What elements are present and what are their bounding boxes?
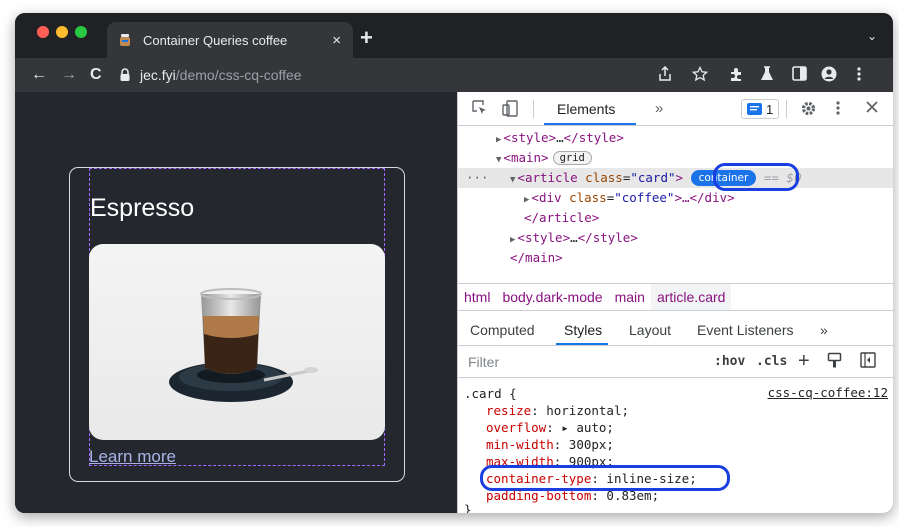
collapse-triangle-icon[interactable]: ▼ (510, 175, 515, 185)
declaration-resize[interactable]: resize: horizontal; (486, 402, 629, 419)
dom-node-style[interactable]: ▶ <style>…</style> (458, 228, 893, 248)
active-subtab-indicator (556, 343, 608, 345)
styles-pane: .card { css-cq-coffee:12 resize: horizon… (458, 379, 893, 513)
breadcrumb: html body.dark-mode main article.card (458, 283, 893, 311)
paint-brush-icon[interactable] (827, 352, 842, 374)
dom-node-article-selected[interactable]: ··· ▼ <article class="card"> container ==… (458, 168, 893, 188)
gear-icon[interactable] (800, 100, 817, 122)
toolbar-divider (786, 100, 787, 118)
reload-button[interactable]: C (90, 65, 102, 85)
new-tab-button[interactable]: + (360, 27, 373, 49)
toolbar-divider (533, 100, 534, 118)
issues-badge[interactable]: 1 (741, 99, 780, 119)
breadcrumb-html[interactable]: html (458, 284, 496, 310)
forward-button[interactable]: → (61, 65, 77, 85)
tab-container-queries-coffee[interactable]: Container Queries coffee × (107, 22, 353, 58)
browser-window: Container Queries coffee × + ⌄ ← → C jec… (15, 13, 893, 513)
kebab-menu-icon[interactable] (836, 100, 840, 121)
dom-node-article-close[interactable]: </article> (458, 208, 893, 228)
message-icon (747, 103, 762, 115)
coffee-favicon-icon (119, 33, 131, 47)
minimize-window-button[interactable] (56, 26, 68, 38)
toggle-sidebar-icon[interactable] (860, 352, 876, 373)
cls-toggle[interactable]: .cls (756, 354, 787, 369)
more-subtabs-button[interactable]: » (820, 322, 828, 338)
card-title: Espresso (90, 194, 195, 222)
breadcrumb-article-card[interactable]: article.card (650, 284, 732, 310)
title-bar: Container Queries coffee × + ⌄ (15, 13, 893, 58)
dom-node-div-coffee[interactable]: ▶ <div class="coffee">…</div> (458, 188, 893, 208)
container-badge-highlight-ring (713, 163, 799, 191)
grid-badge[interactable]: grid (552, 151, 592, 165)
back-button[interactable]: ← (31, 65, 47, 85)
dom-node-main[interactable]: ▼ <main> grid (458, 148, 893, 168)
declaration-min-width[interactable]: min-width: 300px; (486, 436, 614, 453)
tab-event-listeners[interactable]: Event Listeners (697, 322, 794, 338)
device-toolbar-icon[interactable] (502, 100, 518, 122)
tab-title: Container Queries coffee (143, 32, 288, 48)
dom-node-style[interactable]: ▶ <style>…</style> (458, 128, 893, 148)
more-tabs-button[interactable]: » (655, 100, 663, 117)
tab-layout[interactable]: Layout (629, 322, 671, 338)
espresso-photo (89, 244, 385, 440)
maximize-window-button[interactable] (75, 26, 87, 38)
rule-close-brace: } (464, 502, 472, 513)
espresso-card: Espresso Learn more (69, 167, 405, 482)
browser-toolbar: ← → C jec.fyi /demo/css-cq-coffee (15, 58, 893, 92)
dom-node-main-close[interactable]: </main> (458, 248, 893, 268)
row-actions-ellipsis[interactable]: ··· (466, 168, 489, 188)
share-icon[interactable] (658, 65, 672, 87)
tab-computed[interactable]: Computed (470, 322, 535, 338)
tab-elements[interactable]: Elements (557, 101, 615, 117)
breadcrumb-main[interactable]: main (609, 284, 651, 310)
lab-icon[interactable] (760, 66, 774, 87)
hov-toggle[interactable]: :hov (714, 354, 745, 369)
devtools-toolbar: Elements » 1 (458, 92, 893, 126)
expand-triangle-icon[interactable]: ▶ (496, 135, 501, 145)
collapse-triangle-icon[interactable]: ▼ (496, 155, 501, 165)
expand-triangle-icon[interactable]: ▶ (510, 235, 515, 245)
extensions-icon[interactable] (728, 66, 744, 87)
inspect-element-icon[interactable] (472, 100, 488, 121)
issues-count: 1 (766, 101, 774, 117)
stylesheet-source-link[interactable]: css-cq-coffee:12 (768, 385, 888, 400)
filter-input[interactable]: Filter (468, 354, 499, 370)
tab-close-icon[interactable]: × (332, 32, 341, 49)
close-window-button[interactable] (37, 26, 49, 38)
lock-icon[interactable] (118, 67, 132, 83)
star-icon[interactable] (691, 65, 709, 87)
declaration-overflow[interactable]: overflow: ▸ auto; (486, 419, 614, 436)
styles-filter-bar: Filter :hov .cls + (458, 348, 893, 378)
sidebar-tabs: Computed Styles Layout Event Listeners » (458, 314, 893, 346)
devtools-panel: Elements » 1 ▶ <style>…</style> ▼ <main>… (457, 92, 893, 513)
learn-more-link[interactable]: Learn more (89, 447, 176, 467)
tab-styles[interactable]: Styles (564, 322, 602, 338)
breadcrumb-body[interactable]: body.dark-mode (496, 284, 608, 310)
web-page-viewport: Espresso Learn more (15, 92, 457, 513)
declaration-padding-bottom[interactable]: padding-bottom: 0.83em; (486, 487, 659, 504)
profile-icon[interactable] (821, 66, 837, 87)
url-domain: jec.fyi (140, 67, 176, 83)
kebab-menu-icon[interactable] (857, 66, 861, 87)
sidepanel-icon[interactable] (792, 66, 807, 86)
close-icon[interactable] (865, 100, 879, 119)
tab-search-chevron-icon[interactable]: ⌄ (867, 29, 877, 43)
active-tab-indicator (544, 123, 636, 125)
expand-triangle-icon[interactable]: ▶ (524, 195, 529, 205)
rule-selector[interactable]: .card { (464, 385, 517, 402)
url-path: /demo/css-cq-coffee (175, 67, 302, 83)
dom-tree: ▶ <style>…</style> ▼ <main> grid ··· ▼ <arti… (458, 126, 893, 282)
new-style-rule-button[interactable]: + (798, 350, 810, 373)
